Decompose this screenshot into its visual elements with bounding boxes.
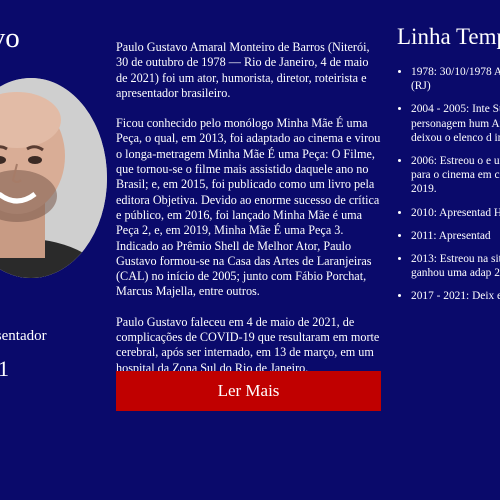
profile-name: ustavo xyxy=(0,22,20,54)
bio-paragraph: Ficou conhecido pelo monólogo Minha Mãe … xyxy=(116,116,381,299)
biography-column: Paulo Gustavo Amaral Monteiro de Barros … xyxy=(116,40,381,391)
timeline-item: 2006: Estreou o e uma Peça", que g para … xyxy=(411,154,500,197)
portrait-image xyxy=(0,78,107,278)
timeline-column: Linha Temp 1978: 30/10/1978 Amaral Monte… xyxy=(397,0,500,500)
timeline-list: 1978: 30/10/1978 Amaral Monteiro (RJ) 20… xyxy=(397,65,500,313)
timeline-item: 2011: Apresentad xyxy=(411,229,500,243)
timeline-title: Linha Temp xyxy=(397,24,500,49)
timeline-item: 2004 - 2005: Inte Surto. Na ocasião pers… xyxy=(411,102,500,145)
profile-years: 21 xyxy=(0,356,9,381)
read-more-button[interactable]: Ler Mais xyxy=(116,371,381,411)
timeline-item: 2010: Apresentad Hiperativo. xyxy=(411,206,500,220)
timeline-item: 1978: 30/10/1978 Amaral Monteiro (RJ) xyxy=(411,65,500,93)
bio-paragraph: Paulo Gustavo Amaral Monteiro de Barros … xyxy=(116,40,370,100)
profile-role: apresentador xyxy=(0,328,47,344)
timeline-item: 2013: Estreou na sitcom Vai que C ganhou… xyxy=(411,252,500,280)
profile-column: ustavo apresentador 21 xyxy=(0,0,110,500)
avatar xyxy=(0,78,107,278)
timeline-item: 2017 - 2021: Deix entrou no progra xyxy=(411,289,500,303)
bio-paragraph: Paulo Gustavo faleceu em 4 de maio de 20… xyxy=(116,314,380,375)
